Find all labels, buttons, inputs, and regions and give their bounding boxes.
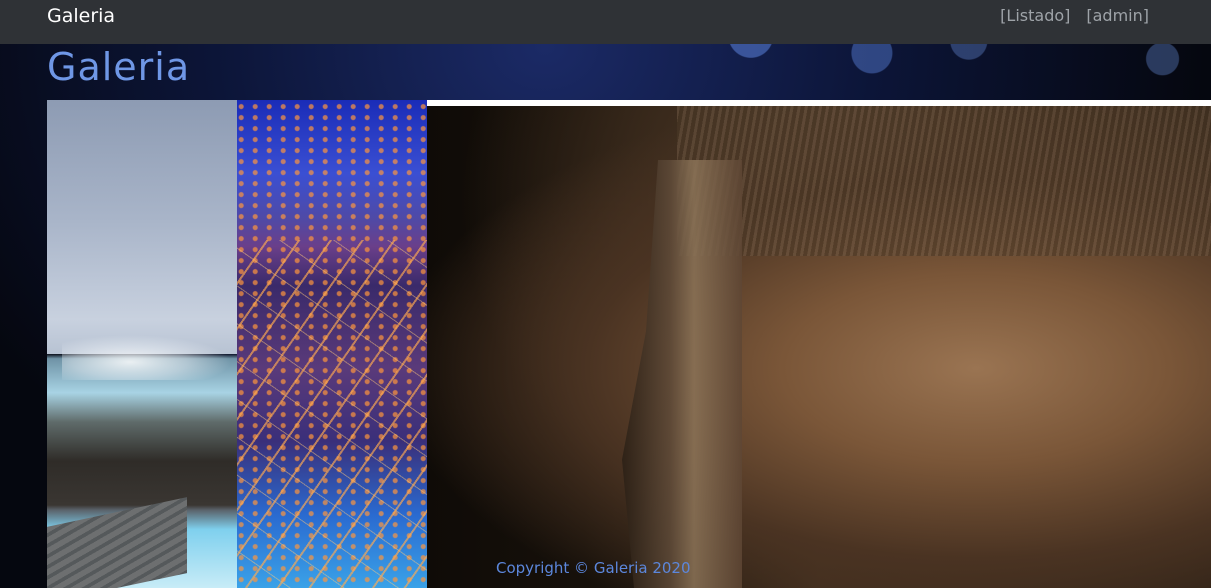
- nav-links: [Listado] [admin]: [1000, 6, 1149, 25]
- photo-gallery: [47, 100, 1211, 588]
- lagoon-photo[interactable]: [47, 100, 237, 588]
- footer-copyright: Copyright © Galeria 2020: [496, 559, 691, 577]
- cave-photo[interactable]: [427, 100, 1211, 588]
- navbar: Galeria [Listado] [admin]: [0, 0, 1211, 44]
- brand-link[interactable]: Galeria: [47, 5, 115, 27]
- city-streets: [237, 240, 427, 588]
- lagoon-steam: [62, 335, 232, 380]
- cave-wall: [622, 160, 742, 588]
- city-night-photo[interactable]: [237, 100, 427, 588]
- cave-ceiling: [677, 106, 1211, 256]
- nav-link-listado[interactable]: [Listado]: [1000, 6, 1070, 25]
- lagoon-deck: [47, 497, 187, 588]
- nav-link-admin[interactable]: [admin]: [1086, 6, 1149, 25]
- page-title: Galeria: [47, 45, 191, 89]
